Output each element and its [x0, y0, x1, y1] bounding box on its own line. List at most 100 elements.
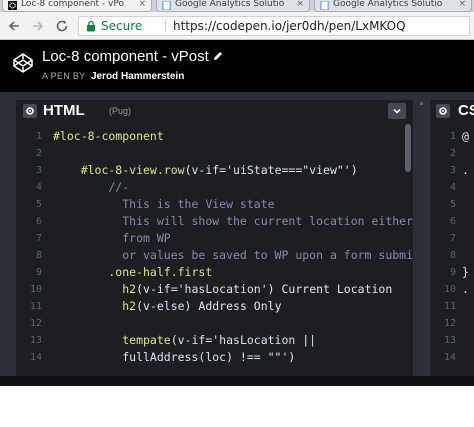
line-number: 11: [29, 301, 42, 312]
code-line[interactable]: 10.: [430, 281, 474, 298]
code-text: h2(v-else) Address Only: [53, 298, 282, 315]
code-line[interactable]: 1 @: [430, 128, 474, 145]
tab-google-analytics-1[interactable]: Google Analytics Solutio ×: [156, 0, 310, 12]
line-number: 1: [449, 131, 456, 142]
code-text: or values be saved to WP upon a form sub…: [53, 247, 413, 264]
code-token: h2: [53, 282, 137, 296]
code-token: //-: [53, 180, 130, 194]
code-text: fullAddress(loc) !== ""'): [53, 349, 295, 366]
editor-panels: HTML (Pug) 1 #loc-8-component 2 3 #loc-8-vi…: [0, 92, 474, 386]
codepen-favicon-icon: [8, 1, 17, 10]
line-number: 8: [35, 250, 42, 261]
code-token: or values be saved to WP upon a form sub…: [53, 248, 413, 262]
line-number: 6: [35, 216, 42, 227]
close-icon[interactable]: ×: [458, 0, 466, 9]
browser-toolbar: Secure https://codepen.io/jer0dh/pen/LxM…: [0, 12, 474, 40]
code-text: #loc-8-view.row(v-if='uiState==="view"'): [53, 162, 358, 179]
line-number: 3: [449, 165, 456, 176]
code-token: #loc-8-view.row: [53, 163, 185, 177]
lock-icon: [87, 20, 95, 32]
code-text: #loc-8-component: [53, 128, 164, 145]
code-token: (v-if='uiState==="view"'): [184, 163, 358, 177]
code-line[interactable]: 14: [430, 349, 474, 366]
code-token: Address Only: [198, 299, 282, 313]
line-number: 5: [449, 199, 456, 210]
line-number: 5: [35, 199, 42, 210]
html-editor-header: HTML (Pug): [16, 100, 413, 122]
line-number: 4: [35, 182, 42, 193]
line-number: 9: [35, 267, 42, 278]
close-icon[interactable]: ×: [296, 0, 304, 9]
code-text: .: [462, 282, 469, 296]
code-line[interactable]: 3.: [430, 162, 474, 179]
code-token: tempate: [53, 333, 171, 347]
code-text: //-: [53, 179, 129, 196]
line-number: 2: [35, 148, 42, 159]
code-line[interactable]: 8: [430, 247, 474, 264]
code-text: This is the View state: [53, 196, 275, 213]
resize-grip: [420, 102, 423, 105]
line-number: 4: [449, 182, 456, 193]
gear-icon[interactable]: [23, 104, 37, 118]
code-text: }: [462, 265, 469, 279]
document-favicon-icon: [320, 1, 329, 10]
reload-icon[interactable]: [53, 17, 71, 35]
editor-scrollbar[interactable]: [405, 124, 411, 172]
address-bar[interactable]: Secure https://codepen.io/jer0dh/pen/LxM…: [78, 16, 470, 36]
line-number: 8: [449, 250, 456, 261]
tab-label: Loc-8 component - vPo: [21, 0, 124, 9]
code-line[interactable]: 6: [430, 213, 474, 230]
code-text: .: [462, 163, 469, 177]
code-text: @: [462, 129, 469, 143]
line-number: 10: [29, 284, 42, 295]
code-line[interactable]: 11: [430, 298, 474, 315]
line-number: 1: [35, 131, 42, 142]
tab-loc8-component[interactable]: Loc-8 component - vPo ×: [2, 0, 152, 12]
code-token: (v-if='hasLocation'): [136, 282, 282, 296]
line-number: 7: [35, 233, 42, 244]
pencil-icon[interactable]: [212, 50, 224, 62]
code-text: h2(v-if='hasLocation') Current Location: [53, 281, 392, 298]
forward-icon[interactable]: [29, 17, 47, 35]
code-line[interactable]: 12: [430, 315, 474, 332]
code-token: from WP: [53, 231, 171, 245]
line-number: 13: [443, 335, 456, 346]
editor-options-button[interactable]: [388, 103, 406, 119]
close-icon[interactable]: ×: [138, 0, 146, 9]
document-favicon-icon: [162, 1, 171, 10]
code-area[interactable]: 1 @2 3. 4 5 6 7 8 9} 10. 11 12 13 14: [430, 122, 474, 376]
editor-language-label: CS: [458, 102, 474, 119]
code-token: Current Location: [281, 282, 393, 296]
code-line[interactable]: 4: [430, 179, 474, 196]
code-line[interactable]: 7: [430, 230, 474, 247]
line-number: 11: [443, 301, 456, 312]
code-line[interactable]: 5: [430, 196, 474, 213]
address-divider: [165, 20, 166, 32]
author-link[interactable]: Jerod Hammerstein: [91, 71, 184, 82]
code-token: h2: [53, 299, 137, 313]
code-token: .one-half.first: [53, 265, 213, 279]
back-icon[interactable]: [5, 17, 23, 35]
pen-title[interactable]: Loc-8 component - vPost: [42, 48, 209, 66]
line-number: 14: [443, 352, 456, 363]
codepen-header: Loc-8 component - vPost A PEN BY Jerod H…: [0, 40, 474, 92]
code-line[interactable]: 9}: [430, 264, 474, 281]
code-text: from WP: [53, 230, 171, 247]
code-token: (v-if='hasLocation ||: [170, 333, 317, 347]
code-area[interactable]: 1 #loc-8-component 2 3 #loc-8-view.row(v-if…: [16, 122, 413, 376]
code-line[interactable]: 13: [430, 332, 474, 349]
css-editor[interactable]: CS 1 @2 3. 4 5 6 7 8 9} 10. 11 12 13 14: [430, 100, 474, 376]
code-line[interactable]: 2: [430, 145, 474, 162]
codepen-logo-icon[interactable]: [12, 52, 34, 74]
url-text[interactable]: https://codepen.io/jer0dh/pen/LxMKOQ: [173, 17, 406, 35]
code-token: This is the View state: [53, 197, 275, 211]
tab-google-analytics-2[interactable]: Google Analytics Solutio ×: [314, 0, 472, 12]
code-text: This will show the current location eith…: [53, 213, 413, 230]
chevron-down-icon: [393, 108, 401, 114]
pen-by-label: A PEN BY: [42, 71, 86, 81]
line-number: 12: [443, 318, 456, 329]
code-text: .one-half.first: [53, 264, 212, 281]
html-editor[interactable]: HTML (Pug) 1 #loc-8-component 2 3 #loc-8-vi…: [16, 100, 413, 376]
editor-resize-handle[interactable]: [413, 92, 430, 386]
gear-icon[interactable]: [436, 104, 450, 118]
